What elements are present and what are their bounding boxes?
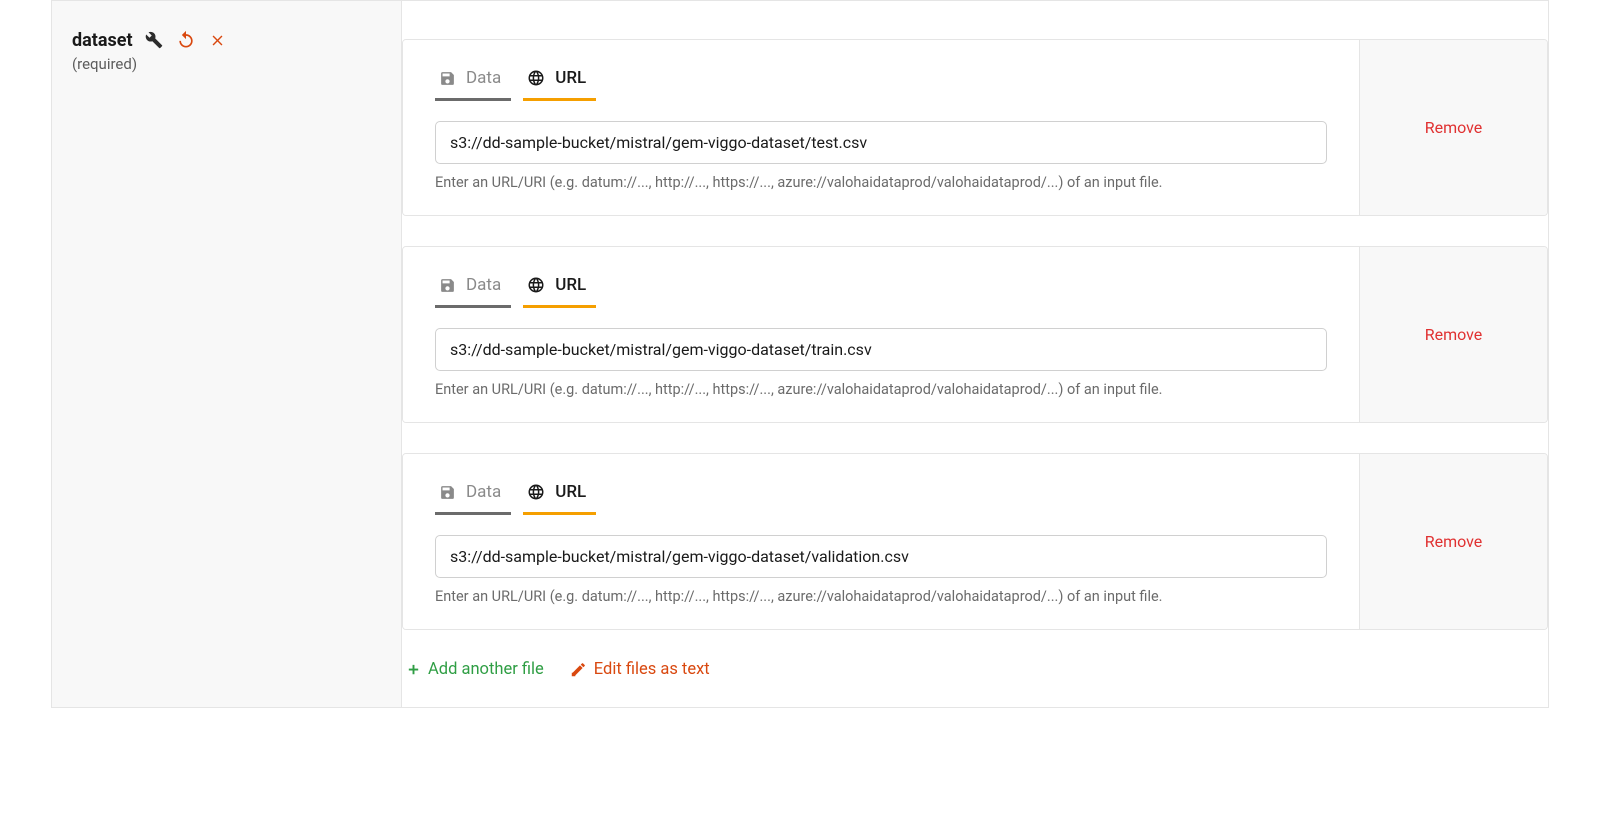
- file-card: Data URL Enter an URL/URI (e.g. datum://…: [402, 453, 1548, 630]
- file-card-body: Data URL Enter an URL/URI (e.g. datum://…: [403, 247, 1359, 422]
- file-card-side: Remove: [1359, 454, 1547, 629]
- wrench-icon[interactable]: [143, 29, 165, 51]
- actions-row: Add another file Edit files as text: [402, 660, 1548, 679]
- main-content: Data URL Enter an URL/URI (e.g. datum://…: [402, 1, 1548, 707]
- tab-url-label: URL: [555, 68, 586, 88]
- tab-data-label: Data: [466, 275, 501, 295]
- add-another-file-label: Add another file: [428, 660, 544, 679]
- file-card-side: Remove: [1359, 40, 1547, 215]
- remove-button[interactable]: Remove: [1425, 118, 1483, 137]
- remove-button[interactable]: Remove: [1425, 325, 1483, 344]
- sidebar-header: dataset: [72, 29, 381, 51]
- helper-text: Enter an URL/URI (e.g. datum://..., http…: [435, 381, 1327, 398]
- edit-files-as-text-button[interactable]: Edit files as text: [570, 660, 710, 679]
- file-card-body: Data URL Enter an URL/URI (e.g. datum://…: [403, 40, 1359, 215]
- add-another-file-button[interactable]: Add another file: [406, 660, 544, 679]
- dataset-input-panel: dataset (required): [51, 0, 1549, 708]
- file-card-body: Data URL Enter an URL/URI (e.g. datum://…: [403, 454, 1359, 629]
- tab-data[interactable]: Data: [435, 62, 511, 101]
- required-label: (required): [72, 55, 381, 73]
- save-icon: [439, 70, 456, 87]
- tab-url-label: URL: [555, 275, 586, 295]
- globe-icon: [527, 69, 545, 87]
- close-icon[interactable]: [207, 29, 229, 51]
- tab-data-label: Data: [466, 482, 501, 502]
- dataset-title: dataset: [72, 30, 133, 51]
- save-icon: [439, 277, 456, 294]
- tab-url[interactable]: URL: [523, 62, 596, 101]
- tabs: Data URL: [435, 476, 1327, 515]
- edit-files-as-text-label: Edit files as text: [594, 660, 710, 679]
- globe-icon: [527, 483, 545, 501]
- globe-icon: [527, 276, 545, 294]
- remove-button[interactable]: Remove: [1425, 532, 1483, 551]
- url-input[interactable]: [435, 121, 1327, 164]
- url-input[interactable]: [435, 328, 1327, 371]
- sidebar: dataset (required): [52, 1, 402, 707]
- file-card-side: Remove: [1359, 247, 1547, 422]
- tab-data-label: Data: [466, 68, 501, 88]
- file-card: Data URL Enter an URL/URI (e.g. datum://…: [402, 39, 1548, 216]
- tab-data[interactable]: Data: [435, 269, 511, 308]
- undo-icon[interactable]: [175, 29, 197, 51]
- tabs: Data URL: [435, 269, 1327, 308]
- tab-url[interactable]: URL: [523, 269, 596, 308]
- url-input[interactable]: [435, 535, 1327, 578]
- helper-text: Enter an URL/URI (e.g. datum://..., http…: [435, 588, 1327, 605]
- helper-text: Enter an URL/URI (e.g. datum://..., http…: [435, 174, 1327, 191]
- save-icon: [439, 484, 456, 501]
- tab-url[interactable]: URL: [523, 476, 596, 515]
- edit-icon: [570, 661, 587, 678]
- tab-data[interactable]: Data: [435, 476, 511, 515]
- tab-url-label: URL: [555, 482, 586, 502]
- file-card: Data URL Enter an URL/URI (e.g. datum://…: [402, 246, 1548, 423]
- plus-icon: [406, 662, 421, 677]
- tabs: Data URL: [435, 62, 1327, 101]
